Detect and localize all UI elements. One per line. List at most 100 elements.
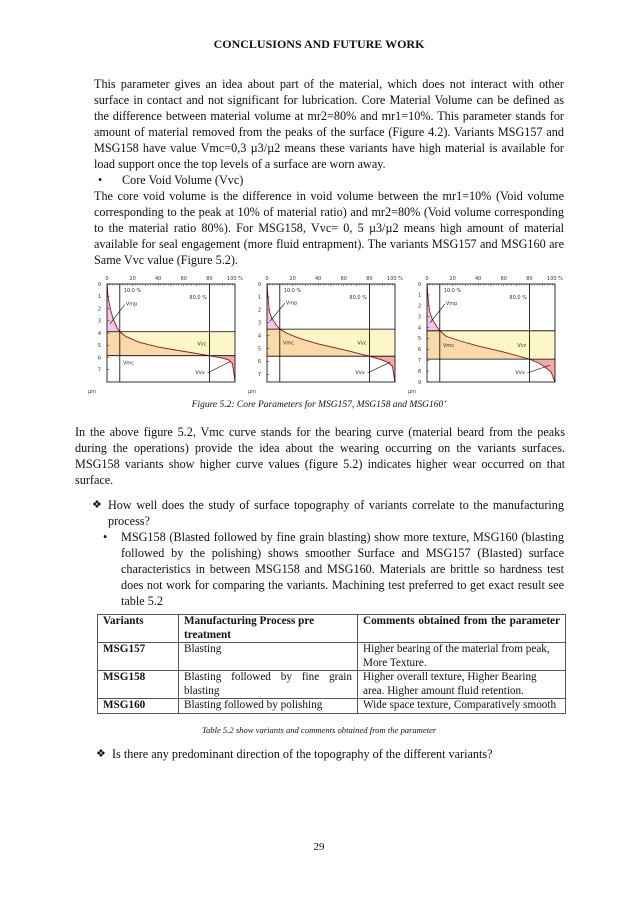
paragraph-core-material-volume: This parameter gives an idea about part …	[94, 77, 564, 171]
x-tick-label: 80	[206, 276, 212, 282]
table-row: MSG157 Blasting Higher bearing of the ma…	[97, 642, 566, 671]
vvc-label: Vvc	[197, 342, 206, 348]
mr2-label: 80.0 %	[509, 295, 527, 301]
answer-manufacturing-correlation: • MSG158 (Blasted followed by fine grain…	[103, 529, 564, 609]
y-tick-label: 4	[98, 331, 101, 337]
x-tick-label: 0	[425, 276, 428, 282]
header-process: Manufacturing Process pre treatment	[178, 614, 358, 643]
y-tick-label: 1	[98, 294, 101, 300]
y-tick-label: 3	[418, 314, 421, 320]
x-tick-label: 80	[366, 276, 372, 282]
chart-msg160: 0 20 40 60 80 100 % 0 1 2 3 4 5 6 7 8 9 µm 10.0 % 80.0 % Vm…	[405, 268, 565, 398]
cell-variant: MSG160	[97, 698, 179, 714]
y-tick-label: 1	[258, 295, 261, 301]
vmc-label: Vmc	[443, 343, 454, 349]
x-tick-label: 40	[315, 276, 321, 282]
vvv-region	[529, 359, 555, 382]
chart-msg157: 0 20 40 60 80 100 % 0 1 2 3 4 5 6 7 µm 10.0 % 80.0 % Vmp V…	[85, 268, 245, 398]
y-tick-label: 0	[258, 282, 261, 288]
x-tick-label: 60	[341, 276, 347, 282]
mr1-label: 10.0 %	[284, 288, 302, 294]
y-tick-label: 5	[418, 336, 421, 342]
y-tick-label: 7	[418, 358, 421, 364]
y-tick-label: 5	[98, 343, 101, 349]
diamond-bullet-icon: ❖	[92, 499, 102, 511]
cell-variant: MSG158	[97, 670, 179, 699]
y-tick-label: 5	[258, 346, 261, 352]
x-tick-label: 20	[129, 276, 135, 282]
y-axis-unit: µm	[248, 389, 256, 395]
vmc-label: Vmc	[123, 361, 134, 367]
bullet-icon: •	[103, 530, 108, 544]
x-tick-label: 100 %	[227, 276, 243, 282]
vvv-arrow	[207, 361, 231, 374]
vvv-arrow	[367, 361, 391, 374]
bullet-icon: •	[98, 173, 103, 187]
x-tick-label: 20	[449, 276, 455, 282]
cell-comment: Wide space texture, Comparatively smooth	[357, 698, 566, 714]
vmp-label: Vmp	[286, 300, 297, 306]
cell-comment: Higher bearing of the material from peak…	[357, 642, 566, 671]
y-axis-unit: µm	[408, 389, 416, 395]
x-tick-label: 80	[526, 276, 532, 282]
table-row: MSG158 Blasting followed by fine grain b…	[97, 670, 566, 699]
vmp-label: Vmp	[446, 301, 457, 307]
table-row: MSG160 Blasting followed by polishing Wi…	[97, 698, 566, 714]
figure-core-parameters: 0 20 40 60 80 100 % 0 1 2 3 4 5 6 7 µm 10.0 % 80.0 % Vmp V…	[85, 268, 585, 398]
x-tick-label: 60	[181, 276, 187, 282]
figure-caption: Figure 5.2: Core Parameters for MSG157, …	[191, 400, 447, 410]
vvc-label: Vvc	[517, 343, 526, 349]
mr1-label: 10.0 %	[444, 288, 462, 294]
x-tick-label: 40	[155, 276, 161, 282]
cell-variant: MSG157	[97, 642, 179, 671]
header-comments: Comments obtained from the parameter	[357, 614, 566, 643]
vvv-label: Vvv	[355, 370, 364, 376]
vvv-region	[209, 355, 235, 382]
y-tick-label: 7	[98, 368, 101, 374]
x-tick-label: 0	[105, 276, 108, 282]
chart-msg158: 0 20 40 60 80 100 % 0 1 2 3 4 5 6 7 µm 10.0 % 80.0 % Vmp V…	[245, 268, 405, 398]
y-tick-label: 7	[258, 372, 261, 378]
bullet-text: Core Void Volume (Vvc)	[122, 173, 244, 187]
paragraph-figure-discussion: In the above figure 5.2, Vmc curve stand…	[75, 425, 565, 487]
mr1-label: 10.0 %	[124, 288, 142, 294]
diamond-bullet-icon: ❖	[96, 748, 106, 760]
answer-text: MSG158 (Blasted followed by fine grain b…	[121, 530, 564, 608]
cell-process: Blasting followed by polishing	[178, 698, 358, 714]
question-text: Is there any predominant direction of th…	[112, 747, 493, 761]
x-tick-label: 0	[265, 276, 268, 282]
x-tick-label: 40	[475, 276, 481, 282]
variants-table: Variants Manufacturing Process pre treat…	[97, 614, 566, 714]
vmp-arrow	[429, 303, 446, 324]
mr2-label: 80.0 %	[189, 295, 207, 301]
y-tick-label: 3	[258, 320, 261, 326]
vvv-arrow	[527, 364, 551, 374]
y-tick-label: 6	[258, 359, 261, 365]
running-header: CONCLUSIONS AND FUTURE WORK	[213, 37, 425, 51]
cell-comment: Higher overall texture, Higher Bearing a…	[357, 670, 566, 699]
vvv-label: Vvv	[195, 370, 204, 376]
y-tick-label: 9	[418, 380, 421, 386]
x-tick-label: 20	[289, 276, 295, 282]
y-tick-label: 4	[418, 325, 421, 331]
table-header-row: Variants Manufacturing Process pre treat…	[97, 614, 566, 643]
vmp-region	[107, 284, 120, 332]
y-tick-label: 4	[258, 333, 261, 339]
header-variants: Variants	[97, 614, 179, 643]
vvv-label: Vvv	[515, 370, 524, 376]
chart-svg: 0 20 40 60 80 100 % 0 1 2 3 4 5 6 7 µm 10.0 % 80.0 % Vmp V…	[88, 276, 243, 395]
y-tick-label: 2	[418, 304, 421, 310]
question-text: How well does the study of surface topog…	[108, 498, 564, 528]
y-tick-label: 6	[418, 347, 421, 353]
y-tick-label: 2	[258, 308, 261, 314]
y-tick-label: 0	[418, 282, 421, 288]
page-number: 29	[313, 841, 325, 853]
table-caption: Table 5.2 show variants and comments obt…	[202, 725, 437, 735]
vmc-label: Vmc	[283, 341, 294, 347]
y-axis-unit: µm	[88, 389, 96, 395]
question-predominant-direction: ❖ Is there any predominant direction of …	[96, 746, 572, 762]
y-tick-label: 1	[418, 293, 421, 299]
y-tick-label: 3	[98, 319, 101, 325]
bullet-core-void-volume: • Core Void Volume (Vvc)	[94, 172, 243, 188]
question-manufacturing-correlation: ❖ How well does the study of surface top…	[92, 497, 564, 529]
